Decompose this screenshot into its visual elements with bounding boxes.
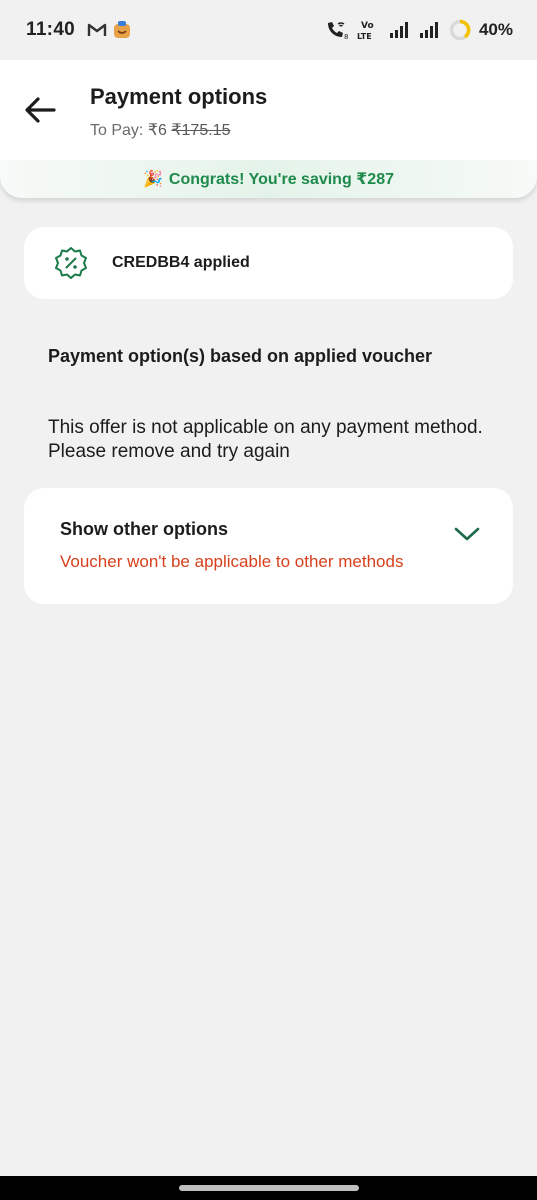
system-status-icons: 8 Vo LTE 40% [325,19,513,41]
home-gesture-handle[interactable] [178,1185,359,1191]
party-popper-icon: 🎉 [143,171,163,188]
signal-icon [389,22,408,38]
wifi-calling-icon: 8 [327,22,348,40]
volte-icon: Vo LTE [357,21,374,41]
status-time: 11:40 [26,19,76,40]
discount-badge-icon [55,247,87,279]
page-title: Payment options [90,84,268,109]
section-heading: Payment option(s) based on applied vouch… [48,346,433,366]
to-pay-label: To Pay: [90,122,148,139]
voucher-warning: Voucher won't be applicable to other met… [60,552,404,571]
page-header: Payment options To Pay: ₹6 ₹175.15 [0,60,537,160]
savings-banner: 🎉 Congrats! You're saving ₹287 [0,160,537,198]
battery-percentage: 40% [478,20,513,39]
voucher-applied-label: CREDBB4 applied [112,254,250,271]
system-navigation-bar [0,1176,537,1200]
show-other-options-button[interactable]: Show other options Voucher won't be appl… [24,488,513,604]
back-button[interactable] [20,90,60,130]
status-bar: 11:40 8 Vo LTE 40% [0,0,537,60]
battery-icon [449,19,471,41]
to-pay-summary: To Pay: ₹6 ₹175.15 [90,120,230,140]
signal-icon [419,22,438,38]
gmail-icon [87,23,107,36]
svg-text:LTE: LTE [357,32,372,41]
not-applicable-message: This offer is not applicable on any paym… [48,417,483,462]
svg-text:8: 8 [344,33,348,40]
original-price: ₹175.15 [171,122,231,139]
shopping-app-icon [114,21,131,38]
to-pay-amount: ₹6 [147,122,167,139]
arrow-left-icon [25,97,56,123]
notification-icons [87,21,131,39]
svg-text:Vo: Vo [361,21,374,31]
savings-text: Congrats! You're saving ₹287 [168,171,394,188]
chevron-down-icon[interactable] [453,524,481,544]
applied-voucher-card: CREDBB4 applied [24,227,513,299]
other-options-title: Show other options [60,519,228,539]
